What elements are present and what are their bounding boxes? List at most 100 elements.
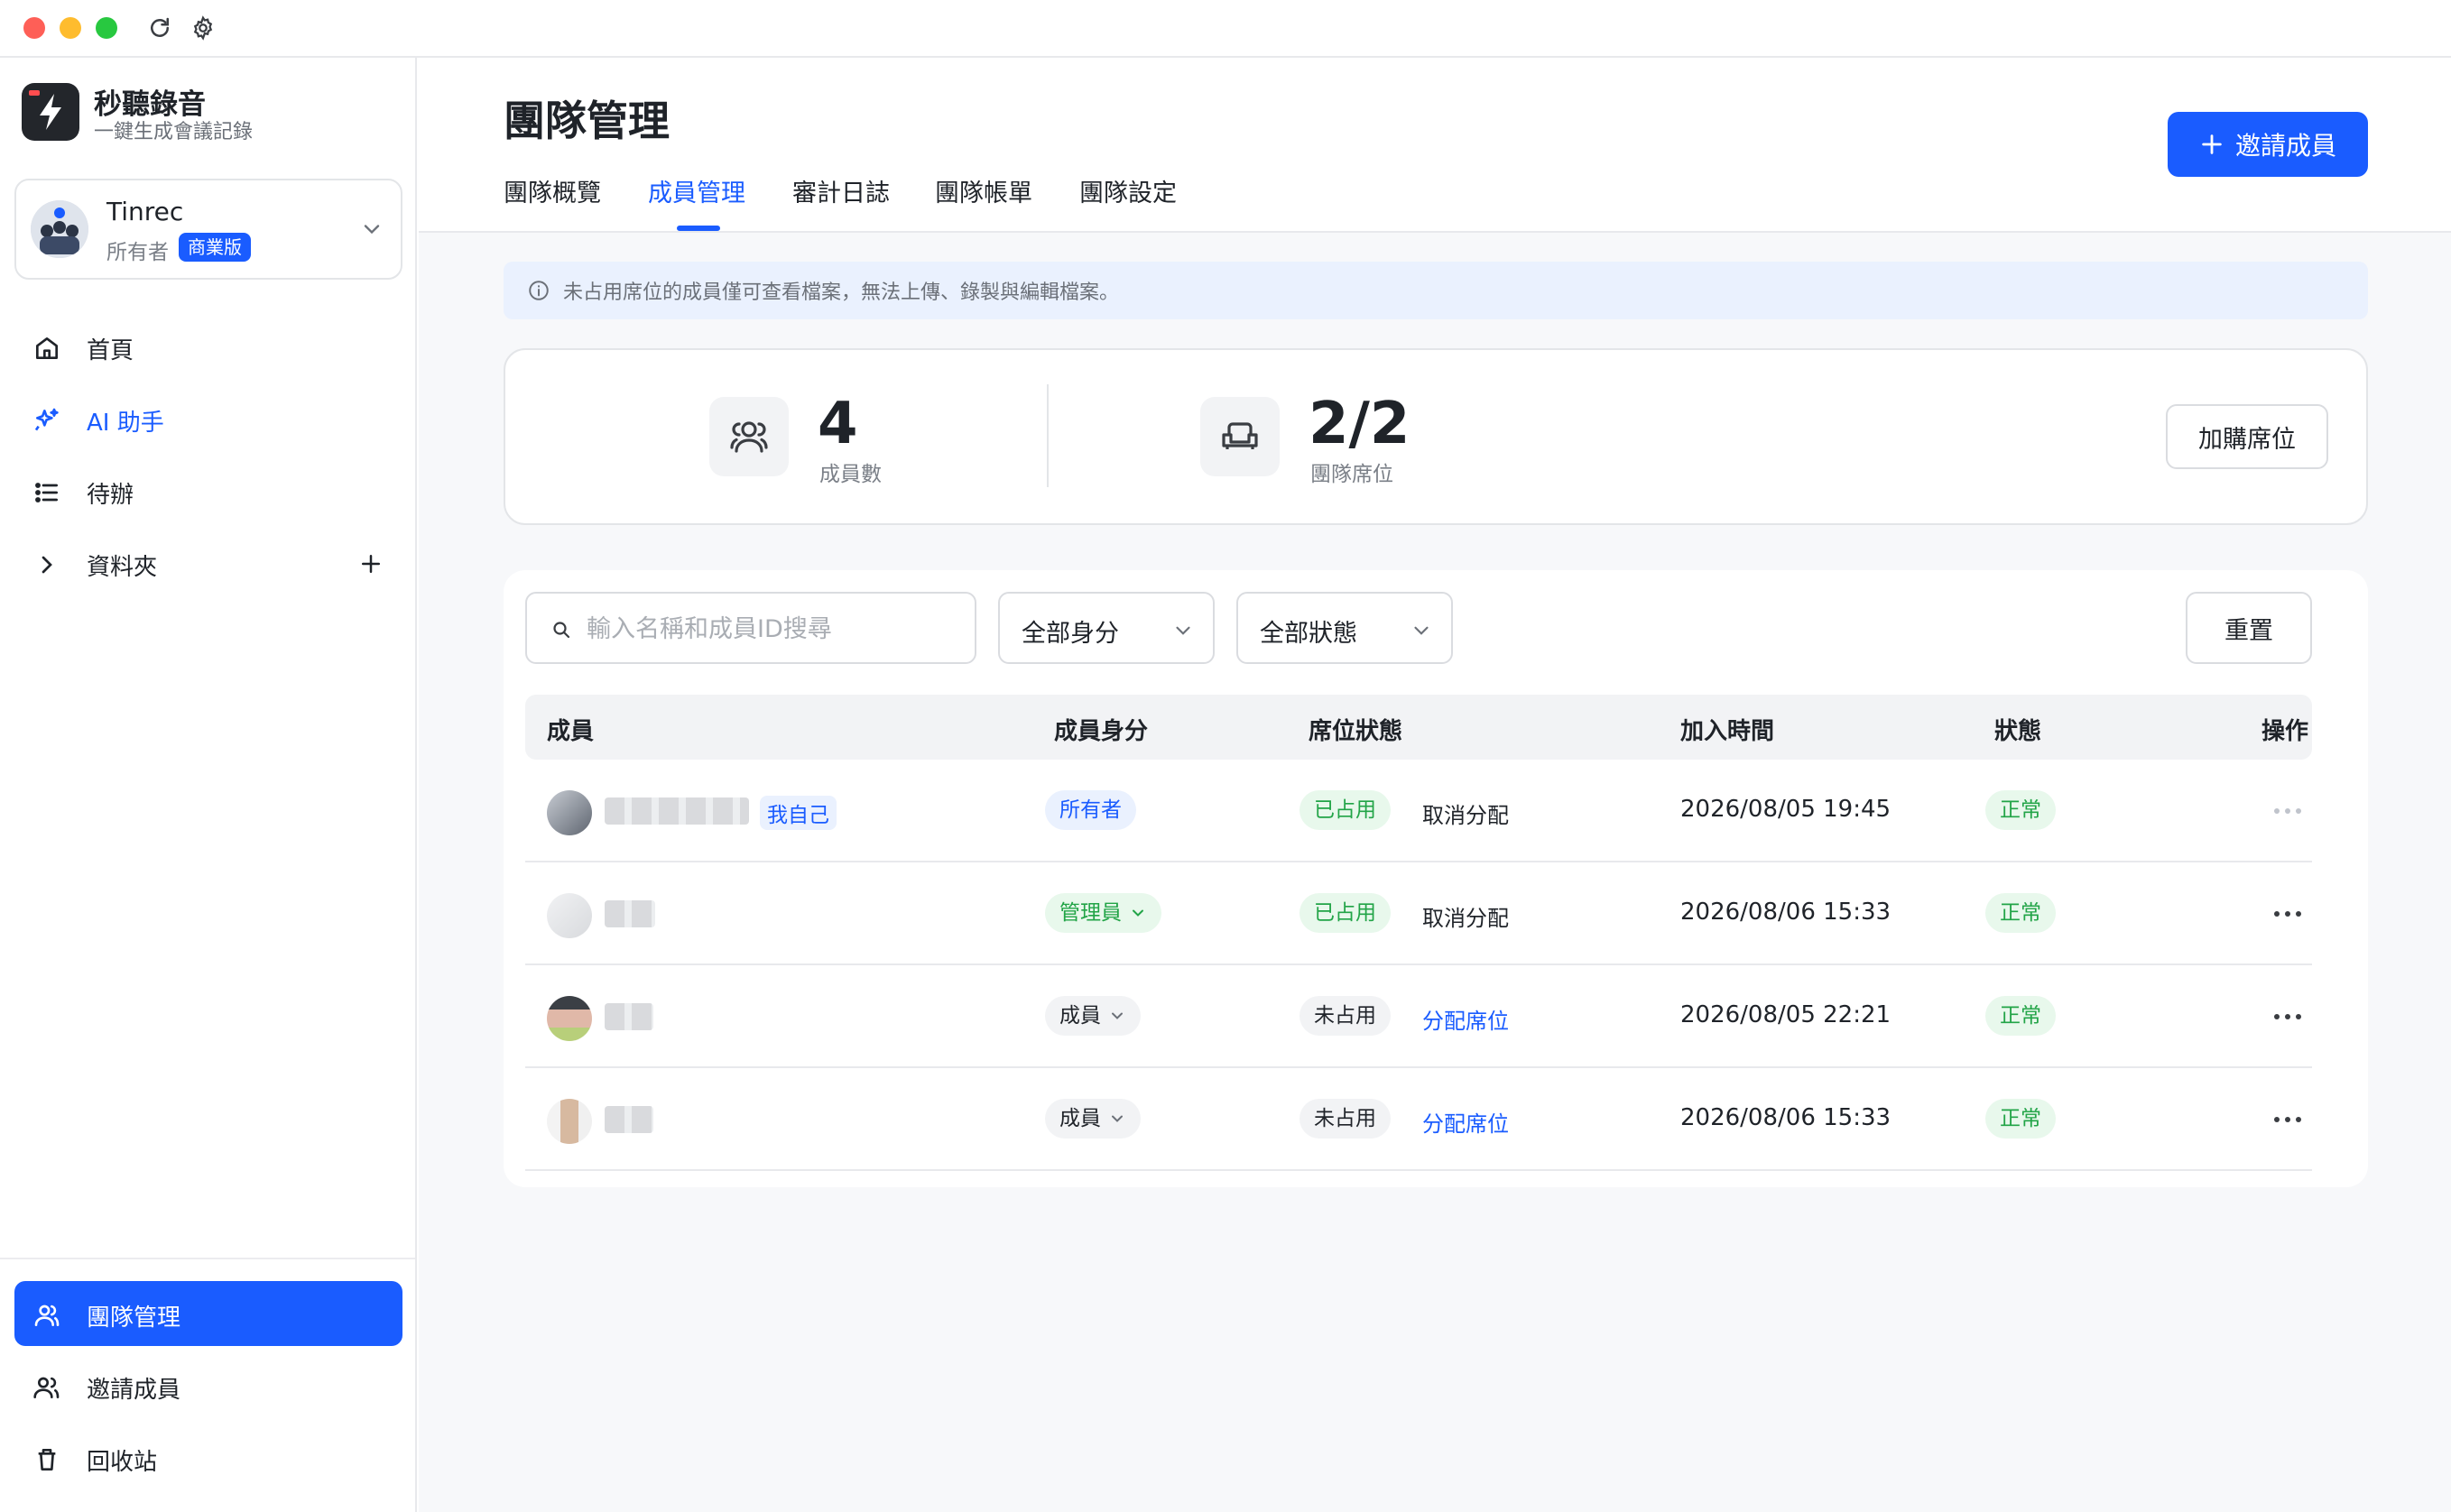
status-filter-select[interactable]: 全部狀態 [1236, 592, 1453, 664]
status-label: 正常 [2000, 798, 2041, 822]
lightning-icon [29, 90, 61, 130]
status-badge: 正常 [1985, 790, 2056, 830]
status-label: 正常 [2000, 901, 2041, 925]
invite-member-button[interactable]: 邀請成員 [2168, 112, 2368, 177]
minimize-window-button[interactable] [60, 17, 81, 39]
users-icon [730, 421, 768, 453]
add-folder-icon[interactable] [357, 550, 384, 577]
sidebar-item-label: 團隊管理 [87, 1305, 181, 1332]
more-icon[interactable] [2272, 1115, 2303, 1124]
sidebar-item-folders[interactable]: 資料夾 [14, 530, 402, 595]
invite-member-label: 邀請成員 [2234, 132, 2336, 160]
gear-icon[interactable] [190, 14, 217, 41]
team-avatar [31, 200, 88, 258]
users-icon [33, 1377, 60, 1398]
search-field[interactable] [525, 592, 976, 664]
member-name-redacted [605, 900, 655, 927]
chevron-down-icon [1414, 626, 1429, 635]
sidebar-item-label: 回收站 [87, 1449, 158, 1476]
tab-members[interactable]: 成員管理 [648, 173, 745, 208]
status-badge: 正常 [1985, 893, 2056, 933]
seat-status-label: 已占用 [1314, 901, 1376, 925]
status-label: 正常 [2000, 1004, 2041, 1028]
sidebar-item-label: AI 助手 [87, 410, 164, 437]
active-tab-indicator [677, 226, 720, 231]
sidebar-item-todo[interactable]: 待辦 [14, 458, 402, 523]
role-filter-value: 全部身分 [1022, 620, 1119, 648]
joined-time: 2026/08/06 15:33 [1680, 899, 1891, 926]
status-label: 正常 [2000, 1107, 2041, 1130]
search-input[interactable] [587, 610, 966, 648]
sidebar-item-trash[interactable]: 回收站 [14, 1425, 402, 1490]
role-dropdown[interactable]: 管理員 [1045, 893, 1161, 933]
member-avatar [547, 790, 592, 835]
more-icon[interactable] [2272, 807, 2303, 816]
member-avatar [547, 996, 592, 1041]
table-row: 管理員 已占用 取消分配 2026/08/06 15:33 正常 [525, 862, 2312, 965]
unassign-seat-link[interactable]: 取消分配 [1422, 900, 1509, 932]
seat-status-badge: 未占用 [1299, 1099, 1391, 1139]
zoom-window-button[interactable] [96, 17, 117, 39]
sidebar-item-label: 待辦 [87, 482, 134, 509]
sidebar-divider [0, 1258, 415, 1259]
role-label: 成員 [1059, 1004, 1101, 1028]
reset-filters-button[interactable]: 重置 [2186, 592, 2312, 664]
chevron-down-icon [1112, 1012, 1123, 1019]
table-row: 成員 未占用 分配席位 2026/08/05 22:21 正常 [525, 965, 2312, 1068]
home-icon [36, 337, 58, 359]
team-switcher[interactable]: Tinrec 所有者 商業版 [14, 179, 402, 280]
assign-seat-link[interactable]: 分配席位 [1422, 1003, 1509, 1035]
page-title: 團隊管理 [504, 97, 670, 145]
tab-audit-log[interactable]: 審計日誌 [792, 173, 890, 208]
refresh-icon[interactable] [146, 14, 173, 41]
notice-text: 未占用席位的成員僅可查看檔案，無法上傳、錄製與編輯檔案。 [563, 281, 1120, 304]
seat-status-label: 未占用 [1314, 1107, 1376, 1130]
column-header-member: 成員 [547, 718, 595, 745]
tab-settings[interactable]: 團隊設定 [1079, 173, 1177, 208]
team-role: 所有者 [106, 241, 169, 264]
unassign-seat-link[interactable]: 取消分配 [1422, 797, 1509, 829]
member-name-redacted [605, 1106, 653, 1133]
chevron-right-icon [42, 556, 52, 574]
column-header-seat: 席位狀態 [1309, 718, 1403, 745]
role-filter-select[interactable]: 全部身分 [998, 592, 1215, 664]
team-icon [34, 1305, 60, 1326]
chevron-down-icon [1176, 626, 1190, 635]
status-filter-value: 全部狀態 [1260, 620, 1357, 648]
sidebar-item-invite-members[interactable]: 邀請成員 [14, 1353, 402, 1418]
sidebar-item-label: 邀請成員 [87, 1377, 181, 1404]
joined-time: 2026/08/05 19:45 [1680, 796, 1891, 823]
close-window-button[interactable] [23, 17, 45, 39]
status-badge: 正常 [1985, 996, 2056, 1036]
seat-status-badge: 已占用 [1299, 790, 1391, 830]
more-icon[interactable] [2272, 909, 2303, 918]
sidebar-item-label: 首頁 [87, 337, 134, 364]
app-tagline: 一鍵生成會議記錄 [94, 121, 254, 143]
joined-time: 2026/08/05 22:21 [1680, 1001, 1891, 1028]
seat-count: 2/2 [1309, 391, 1410, 457]
member-avatar [547, 893, 592, 938]
members-table-card: 全部身分 全部狀態 重置 成員 成員身分 席位狀態 加入時間 狀態 操作 我自己… [504, 570, 2368, 1187]
column-header-joined: 加入時間 [1680, 718, 1775, 745]
tab-billing[interactable]: 團隊帳單 [935, 173, 1032, 208]
role-label: 成員 [1059, 1107, 1101, 1130]
sidebar-item-team-management[interactable]: 團隊管理 [14, 1281, 402, 1346]
sidebar-item-ai-assistant[interactable]: AI 助手 [14, 386, 402, 451]
role-badge: 所有者 [1045, 790, 1136, 830]
window-titlebar [0, 0, 2451, 58]
seats-stat-icon-box [1200, 397, 1280, 476]
role-dropdown[interactable]: 成員 [1045, 1099, 1141, 1139]
role-label: 所有者 [1059, 798, 1122, 822]
more-icon[interactable] [2272, 1012, 2303, 1021]
assign-seat-link[interactable]: 分配席位 [1422, 1106, 1509, 1138]
main-content: 團隊管理 團隊概覽 成員管理 審計日誌 團隊帳單 團隊設定 邀請成員 未占用席位… [419, 58, 2451, 1512]
role-dropdown[interactable]: 成員 [1045, 996, 1141, 1036]
seat-status-label: 未占用 [1314, 1004, 1376, 1028]
seat-status-badge: 已占用 [1299, 893, 1391, 933]
buy-seats-button[interactable]: 加購席位 [2166, 404, 2328, 469]
info-notice: 未占用席位的成員僅可查看檔案，無法上傳、錄製與編輯檔案。 [504, 262, 2368, 319]
tab-overview[interactable]: 團隊概覽 [504, 173, 601, 208]
column-header-actions: 操作 [2261, 718, 2309, 745]
sidebar-item-home[interactable]: 首頁 [14, 314, 402, 379]
plan-badge: 商業版 [179, 233, 251, 262]
